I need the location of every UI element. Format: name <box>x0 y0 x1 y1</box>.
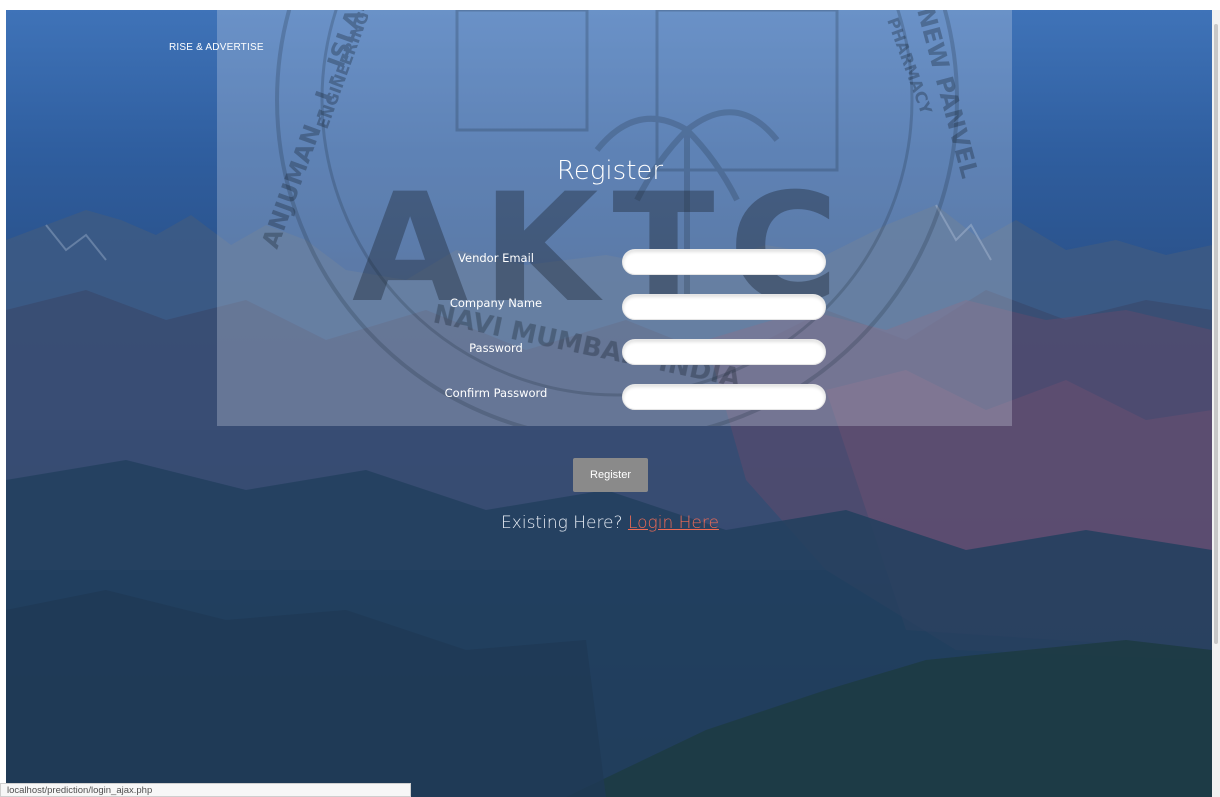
company-name-field[interactable] <box>622 294 826 320</box>
top-strip <box>0 0 1220 10</box>
register-button[interactable]: Register <box>573 458 648 492</box>
company-name-label: Company Name <box>449 296 543 310</box>
register-title: Register <box>556 156 664 186</box>
confirm-password-label: Confirm Password <box>444 386 548 400</box>
vendor-email-field[interactable] <box>622 249 826 275</box>
vendor-email-label: Vendor Email <box>458 251 534 265</box>
form-panel <box>217 10 1012 426</box>
brand-logo-text[interactable]: RISE & ADVERTISE <box>169 42 264 53</box>
existing-here-text: Existing Here? <box>501 513 623 533</box>
vertical-scrollbar[interactable] <box>1212 10 1220 797</box>
existing-user-prompt: Existing Here? Login Here <box>0 513 1220 533</box>
confirm-password-field[interactable] <box>622 384 826 410</box>
status-bar-url: localhost/prediction/login_ajax.php <box>0 783 411 797</box>
scrollbar-thumb[interactable] <box>1214 24 1218 644</box>
password-field[interactable] <box>622 339 826 365</box>
password-label: Password <box>469 341 523 355</box>
login-here-link[interactable]: Login Here <box>628 513 719 533</box>
browser-viewport: AKTC ANJUMAN - I - ISLAM ENGINEERING NEW… <box>0 0 1220 797</box>
